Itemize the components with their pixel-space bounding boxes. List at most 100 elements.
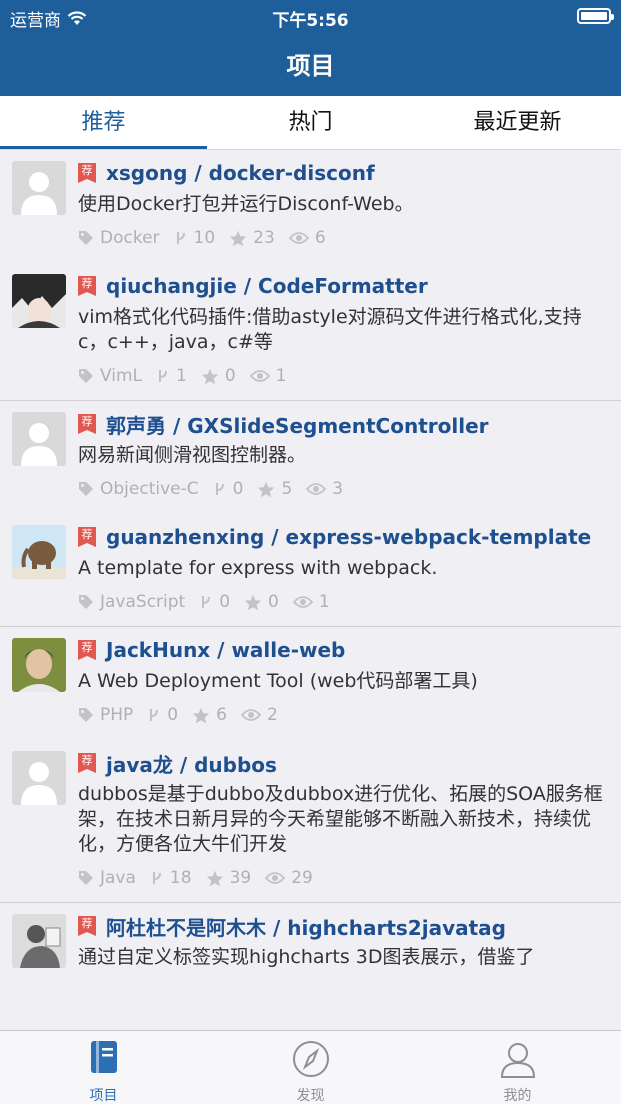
tabbar-item-projects[interactable]: 项目: [0, 1031, 207, 1104]
anime-avatar-icon[interactable]: [12, 274, 66, 328]
default-avatar-icon[interactable]: [12, 751, 66, 805]
fork-count: 10: [193, 228, 216, 248]
recommend-badge: 荐: [78, 640, 96, 660]
eye-icon: [288, 232, 309, 244]
project-item[interactable]: 荐 阿杜杜不是阿木木 / highcharts2javatag 通过自定义标签实…: [0, 903, 621, 970]
tabbar-label: 项目: [89, 1088, 118, 1104]
fork-icon: [150, 709, 159, 721]
project-item[interactable]: 荐 xsgong / docker-disconf 使用Docker打包并运行D…: [0, 150, 621, 263]
fork-count: 0: [232, 479, 244, 499]
repo-name[interactable]: 郭声勇 / GXSlideSegmentController: [106, 410, 489, 439]
star-count: 0: [224, 366, 236, 386]
fork-count: 0: [219, 592, 231, 612]
status-bar: 运营商 下午5:56: [0, 0, 621, 32]
book-icon: [90, 1041, 117, 1073]
fork-icon: [202, 596, 211, 608]
watch-count: 1: [318, 592, 330, 612]
repo-language: Java: [100, 868, 136, 888]
tabbar-label: 我的: [503, 1088, 532, 1104]
project-item[interactable]: 荐 郭声勇 / GXSlideSegmentController 网易新闻侧滑视…: [0, 401, 621, 514]
recommend-badge: 荐: [78, 276, 96, 296]
eye-icon: [249, 370, 270, 382]
tag-icon: [79, 231, 93, 245]
eye-icon: [240, 709, 261, 721]
repo-meta: Docker 10 23 6: [78, 225, 621, 263]
star-icon: [206, 870, 223, 886]
repo-language: PHP: [100, 705, 134, 725]
battery-icon: [577, 8, 614, 24]
repo-description: dubbos是基于dubbo及dubbox进行优化、拓展的SOA服务框架，在技术…: [78, 783, 603, 855]
star-icon: [244, 594, 262, 610]
repo-language: Docker: [100, 228, 160, 248]
repo-name[interactable]: guanzhenxing / express-webpack-template: [106, 525, 591, 549]
repo-description: 使用Docker打包并运行Disconf-Web。: [78, 193, 414, 215]
repo-name[interactable]: xsgong / docker-disconf: [106, 161, 375, 185]
tag-icon: [79, 708, 93, 722]
person-icon: [500, 1043, 535, 1078]
project-list[interactable]: 荐 xsgong / docker-disconf 使用Docker打包并运行D…: [0, 150, 621, 1030]
fork-icon: [176, 232, 185, 244]
navigation-bar: 运营商 下午5:56 项目: [0, 0, 621, 96]
tab-recommended[interactable]: 推荐: [0, 96, 207, 149]
watch-count: 1: [275, 366, 287, 386]
repo-description: vim格式化代码插件:借助astyle对源码文件进行格式化,支持c，c++，ja…: [78, 306, 582, 353]
star-count: 0: [268, 592, 279, 612]
repo-meta: VimL 1 0 1: [78, 363, 621, 401]
watch-count: 29: [291, 868, 313, 888]
photo-avatar-icon[interactable]: [12, 638, 66, 692]
star-icon: [192, 707, 210, 723]
repo-name[interactable]: java龙 / dubbos: [106, 749, 277, 778]
star-count: 6: [216, 705, 227, 725]
project-item[interactable]: 荐 guanzhenxing / express-webpack-templat…: [0, 514, 621, 627]
default-avatar-icon[interactable]: [12, 161, 66, 215]
watch-count: 6: [314, 228, 326, 248]
tab-recent[interactable]: 最近更新: [414, 96, 621, 149]
repo-name[interactable]: qiuchangjie / CodeFormatter: [106, 274, 428, 298]
tabbar-item-mine[interactable]: 我的: [414, 1031, 621, 1104]
fork-icon: [159, 370, 168, 382]
tag-icon: [79, 871, 93, 885]
repo-description: A template for express with webpack.: [78, 557, 438, 579]
watch-count: 2: [266, 705, 278, 725]
recommend-badge: 荐: [78, 916, 96, 936]
repo-meta: JavaScript 0 0 1: [78, 589, 621, 627]
tabbar-label: 发现: [296, 1088, 325, 1104]
tabbar-item-discover[interactable]: 发现: [207, 1031, 414, 1104]
tab-hot[interactable]: 热门: [207, 96, 414, 149]
recommend-badge: 荐: [78, 753, 96, 773]
repo-description: 通过自定义标签实现highcharts 3D图表展示，借鉴了: [78, 946, 535, 968]
repo-meta: Java 18 39 29: [78, 865, 621, 903]
sketch-avatar-icon[interactable]: [12, 914, 66, 968]
project-item[interactable]: 荐 qiuchangjie / CodeFormatter vim格式化代码插件…: [0, 263, 621, 401]
fork-count: 1: [176, 366, 187, 386]
recommend-badge: 荐: [78, 527, 96, 547]
star-count: 5: [281, 479, 293, 499]
repo-description: 网易新闻侧滑视图控制器。: [78, 444, 307, 466]
segment-tabs: 推荐 热门 最近更新: [0, 96, 621, 150]
project-item[interactable]: 荐 JackHunx / walle-web A Web Deployment …: [0, 627, 621, 740]
repo-description: A Web Deployment Tool (web代码部署工具): [78, 670, 478, 692]
repo-name[interactable]: 阿杜杜不是阿木木 / highcharts2javatag: [106, 912, 506, 941]
repo-language: Objective-C: [100, 479, 199, 499]
tag-icon: [79, 595, 93, 609]
tag-icon: [79, 369, 93, 383]
recommend-badge: 荐: [78, 414, 96, 434]
project-item[interactable]: 荐 java龙 / dubbos dubbos是基于dubbo及dubbox进行…: [0, 740, 621, 903]
page-title: 项目: [286, 52, 335, 80]
repo-name[interactable]: JackHunx / walle-web: [106, 638, 345, 662]
default-avatar-icon[interactable]: [12, 412, 66, 466]
fork-icon: [215, 483, 224, 495]
elephant-avatar-icon[interactable]: [12, 525, 66, 579]
tag-icon: [79, 482, 93, 496]
fork-icon: [152, 872, 161, 884]
status-time: 下午5:56: [272, 11, 349, 31]
star-count: 39: [229, 868, 252, 888]
repo-language: VimL: [100, 366, 143, 386]
fork-count: 0: [167, 705, 179, 725]
repo-language: JavaScript: [100, 592, 186, 612]
star-icon: [201, 368, 218, 384]
repo-meta: PHP 0 6 2: [78, 702, 621, 740]
star-icon: [230, 230, 247, 246]
star-icon: [258, 481, 275, 497]
star-count: 23: [253, 228, 275, 248]
